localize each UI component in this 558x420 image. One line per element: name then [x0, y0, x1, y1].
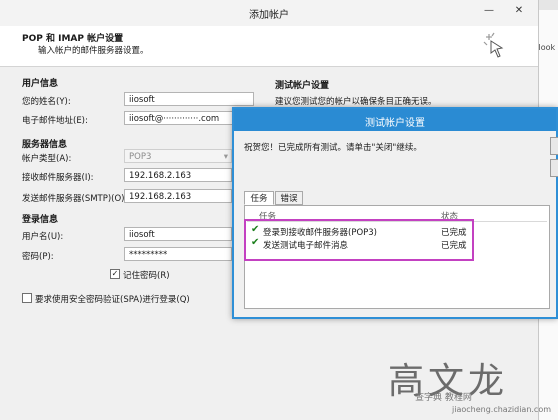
stop-button[interactable]	[550, 137, 558, 155]
close-test-button[interactable]	[550, 159, 558, 177]
outgoing-server-label: 发送邮件服务器(SMTP)(O):	[22, 194, 128, 204]
name-label: 您的姓名(Y):	[22, 97, 71, 107]
minimize-button[interactable]: —	[480, 4, 498, 18]
watermark-subtitle: 查字典 教程网	[415, 393, 472, 403]
congrats-message: 祝贺您！已完成所有测试。请单击"关闭"继续。	[244, 143, 422, 153]
header-panel: POP 和 IMAP 帐户设置 输入帐户的邮件服务器设置。	[0, 26, 538, 67]
test-settings-description: 建议您测试您的帐户以确保条目正确无误。	[275, 97, 437, 107]
watermark-url: jiaocheng.chazidian.com	[452, 405, 552, 414]
user-info-heading: 用户信息	[22, 79, 59, 89]
account-type-value: POP3	[129, 152, 152, 162]
test-dialog-title: 测试帐户设置	[365, 118, 425, 129]
header-subtitle: 输入帐户的邮件服务器设置。	[38, 46, 149, 56]
password-input[interactable]: *********	[124, 247, 232, 261]
remember-password-checkbox[interactable]: ✓	[110, 269, 120, 279]
header-title: POP 和 IMAP 帐户设置	[22, 34, 124, 44]
spa-checkbox[interactable]	[22, 293, 32, 303]
account-type-select: POP3 ▾	[124, 149, 232, 163]
test-dialog-titlebar: 测试帐户设置	[234, 109, 556, 131]
bg-titlebar	[538, 0, 558, 10]
outgoing-server-input[interactable]: 192.168.2.163	[124, 189, 232, 203]
name-input[interactable]: iiosoft	[124, 92, 254, 106]
sparkle-icon	[482, 32, 508, 63]
tab-tasks[interactable]: 任务	[244, 191, 274, 205]
username-label: 用户名(U):	[22, 232, 64, 242]
highlight-box	[244, 219, 474, 261]
account-type-label: 帐户类型(A):	[22, 154, 72, 164]
email-label: 电子邮件地址(E):	[22, 116, 88, 126]
incoming-server-label: 接收邮件服务器(I):	[22, 173, 94, 183]
remember-password-label: 记住密码(R)	[123, 271, 170, 281]
test-account-settings-dialog: 测试帐户设置 祝贺您！已完成所有测试。请单击"关闭"继续。 任务 错误 任务 状…	[232, 107, 558, 319]
dialog-titlebar: 添加帐户 — ✕	[0, 0, 538, 27]
password-label: 密码(P):	[22, 252, 54, 262]
incoming-server-input[interactable]: 192.168.2.163	[124, 168, 232, 182]
spa-label: 要求使用安全密码验证(SPA)进行登录(Q)	[35, 295, 190, 305]
server-info-heading: 服务器信息	[22, 140, 68, 150]
username-input[interactable]: iiosoft	[124, 227, 232, 241]
dialog-title: 添加帐户	[249, 10, 289, 21]
login-info-heading: 登录信息	[22, 215, 59, 225]
close-button[interactable]: ✕	[510, 4, 528, 18]
chevron-down-icon: ▾	[223, 152, 228, 162]
tab-errors[interactable]: 错误	[275, 191, 303, 205]
test-settings-heading: 测试帐户设置	[275, 81, 330, 91]
